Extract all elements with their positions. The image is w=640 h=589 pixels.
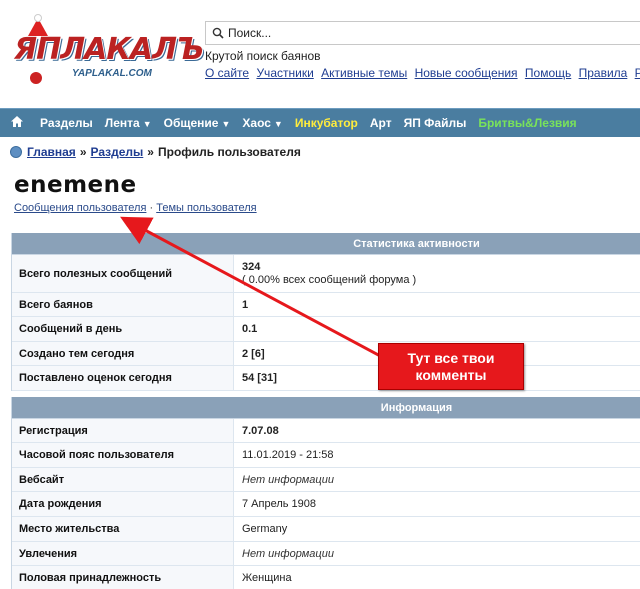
nav-item-label: Лента: [104, 116, 140, 130]
row-value: Germany: [242, 523, 288, 535]
link-separator: ·: [149, 202, 154, 214]
ornament-icon: [30, 72, 42, 84]
main-nav: Разделы Лента ▼ Общение ▼ Хаос ▼ Инкубатор …: [0, 108, 640, 137]
row-value: 54 [31]: [242, 372, 277, 384]
logo-text: ЯПЛАКАЛЪ: [14, 32, 204, 67]
table-row: Дата рождения 7 Апрель 1908: [12, 492, 640, 517]
site-header: ЯПЛАКАЛЪ YAPLAKAL.COM Крутой поиск баяно…: [0, 0, 640, 108]
top-link-members[interactable]: Участники: [256, 66, 313, 80]
search-input[interactable]: [226, 23, 626, 43]
breadcrumb-separator: »: [147, 145, 154, 159]
search-box: [205, 21, 640, 45]
top-link-about[interactable]: О сайте: [205, 66, 249, 80]
row-value: 7.07.08: [242, 424, 279, 437]
caret-down-icon: ▼: [221, 119, 231, 129]
nav-item-label: Разделы: [40, 116, 93, 130]
nav-item-label: Арт: [369, 116, 392, 130]
user-topics-link[interactable]: Темы пользователя: [156, 202, 256, 214]
breadcrumb: Главная » Разделы » Профиль пользователя: [10, 145, 301, 159]
row-label: Вебсайт: [12, 468, 234, 491]
site-tagline: Крутой поиск баянов: [205, 49, 321, 63]
nav-item-communication[interactable]: Общение ▼: [164, 116, 231, 130]
table-row: Сообщений в день 0.1: [12, 317, 640, 342]
callout-line-1: Тут все твои: [407, 349, 495, 366]
table-header: Статистика активности: [12, 233, 640, 255]
nav-item-chaos[interactable]: Хаос ▼: [242, 116, 282, 130]
home-icon[interactable]: [6, 116, 28, 130]
info-table: Информация Регистрация 7.07.08 Часовой п…: [11, 397, 640, 589]
table-row: Создано тем сегодня 2 [6]: [12, 342, 640, 366]
nav-item-sections[interactable]: Разделы: [40, 116, 93, 130]
logo-domain: YAPLAKAL.COM: [72, 68, 152, 79]
callout-line-2: комменты: [415, 366, 487, 383]
row-value: 11.01.2019 - 21:58: [242, 449, 334, 461]
top-link-truncated[interactable]: Р: [635, 66, 640, 80]
nav-item-files[interactable]: ЯП Файлы: [404, 116, 467, 130]
nav-item-label: Инкубатор: [294, 116, 358, 130]
row-label: Регистрация: [12, 419, 234, 442]
value-text: 324: [242, 261, 261, 273]
row-value: 324 ( 0.00% всех сообщений форума ): [234, 255, 416, 292]
annotation-callout: Тут все твои комменты: [378, 343, 524, 390]
value-subtext: ( 0.00% всех сообщений форума ): [242, 274, 417, 286]
row-label: Всего полезных сообщений: [12, 255, 234, 292]
top-link-rules[interactable]: Правила: [579, 66, 628, 80]
top-link-active-topics[interactable]: Активные темы: [321, 66, 407, 80]
row-value: Нет информации: [242, 547, 334, 560]
table-row: Поставлено оценок сегодня 54 [31]: [12, 366, 640, 391]
search-icon[interactable]: [210, 25, 226, 41]
row-value: Женщина: [242, 572, 292, 584]
top-link-new-posts[interactable]: Новые сообщения: [415, 66, 518, 80]
table-row: Половая принадлежность Женщина: [12, 566, 640, 589]
site-logo[interactable]: ЯПЛАКАЛЪ YAPLAKAL.COM: [8, 14, 204, 88]
breadcrumb-home[interactable]: Главная: [27, 145, 76, 159]
table-header: Информация: [12, 397, 640, 419]
row-value: 1: [242, 298, 249, 311]
row-label: Дата рождения: [12, 492, 234, 516]
page: ЯПЛАКАЛЪ YAPLAKAL.COM Крутой поиск баяно…: [0, 0, 640, 589]
table-row: Увлечения Нет информации: [12, 542, 640, 566]
breadcrumb-separator: »: [79, 145, 87, 159]
top-links: О сайте Участники Активные темы Новые со…: [205, 66, 640, 80]
nav-item-label: Бритвы&Лезвия: [478, 116, 577, 130]
row-label: Место жительства: [12, 517, 234, 541]
row-label: Увлечения: [12, 542, 234, 565]
row-label: Половая принадлежность: [12, 566, 234, 589]
breadcrumb-current: Профиль пользователя: [157, 145, 301, 159]
table-row: Всего полезных сообщений 324 ( 0.00% все…: [12, 255, 640, 293]
table-row: Место жительства Germany: [12, 517, 640, 542]
breadcrumb-sections[interactable]: Разделы: [91, 145, 144, 159]
table-row: Всего баянов 1: [12, 293, 640, 317]
row-label: Часовой пояс пользователя: [12, 443, 234, 467]
nav-item-label: ЯП Файлы: [403, 116, 467, 130]
caret-down-icon: ▼: [142, 119, 152, 129]
row-label: Сообщений в день: [12, 317, 234, 341]
table-row: Регистрация 7.07.08: [12, 419, 640, 443]
table-row: Вебсайт Нет информации: [12, 468, 640, 492]
nav-item-feed[interactable]: Лента ▼: [105, 116, 152, 130]
top-link-help[interactable]: Помощь: [525, 66, 571, 80]
row-label: Создано тем сегодня: [12, 342, 234, 365]
globe-icon: [10, 146, 22, 158]
row-label: Всего баянов: [12, 293, 234, 316]
table-row: Часовой пояс пользователя 11.01.2019 - 2…: [12, 443, 640, 468]
row-value: 2 [6]: [242, 347, 265, 360]
activity-stats-table: Статистика активности Всего полезных соо…: [11, 233, 640, 391]
user-messages-link[interactable]: Сообщения пользователя: [14, 202, 146, 214]
row-value: 0.1: [242, 323, 258, 335]
nav-item-label: Общение: [163, 116, 219, 130]
nav-item-label: Хаос: [242, 116, 271, 130]
row-value: 7 Апрель 1908: [242, 498, 317, 510]
caret-down-icon: ▼: [273, 119, 283, 129]
profile-links: Сообщения пользователя · Темы пользовате…: [14, 202, 257, 214]
profile-username: enemene: [14, 172, 137, 198]
row-label: Поставлено оценок сегодня: [12, 366, 234, 390]
row-value: Нет информации: [242, 473, 334, 486]
nav-item-incubator[interactable]: Инкубатор: [295, 116, 358, 130]
hat-pompom-icon: [34, 14, 42, 22]
nav-item-art[interactable]: Арт: [370, 116, 392, 130]
nav-item-razors[interactable]: Бритвы&Лезвия: [478, 116, 576, 130]
